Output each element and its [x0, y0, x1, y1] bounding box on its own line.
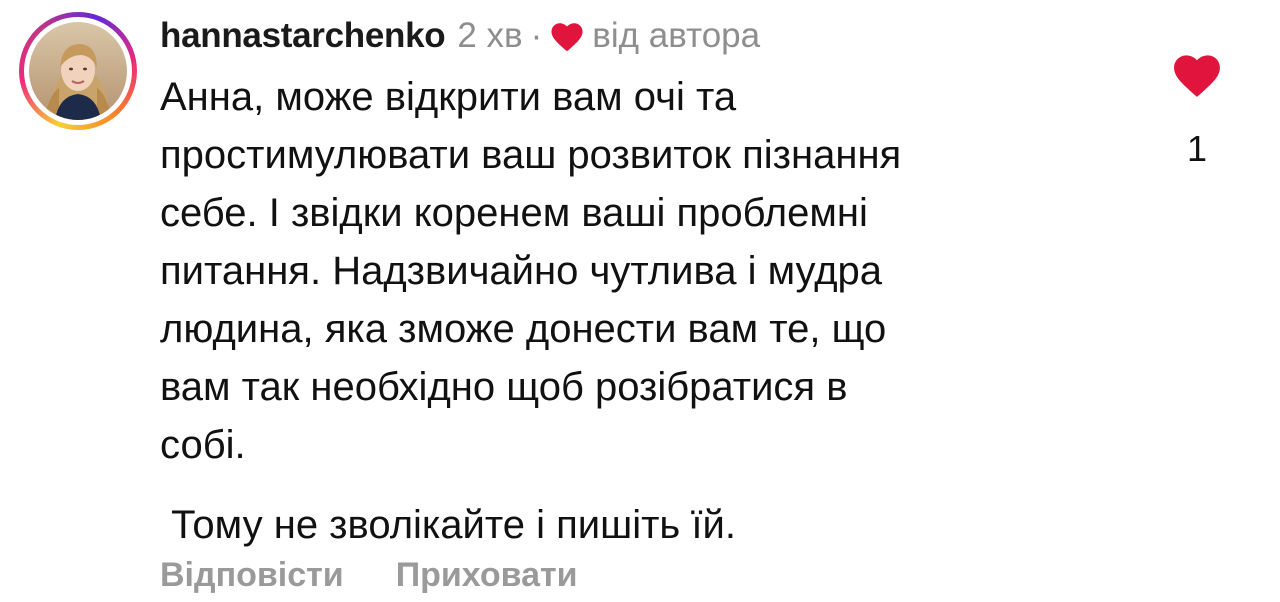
like-heart-icon[interactable]	[1172, 52, 1222, 98]
avatar-story-ring[interactable]	[19, 12, 137, 130]
separator-dot: ·	[530, 16, 543, 55]
reply-button[interactable]: Відповісти	[160, 556, 344, 595]
username[interactable]: hannastarchenko	[160, 16, 446, 56]
avatar[interactable]	[29, 22, 127, 120]
comment-header: hannastarchenko 2 хв · від автора	[160, 12, 760, 60]
like-count[interactable]: 1	[1176, 128, 1218, 170]
author-badge-label: від автора	[592, 16, 761, 55]
comment-text-paragraph-1: Анна, може відкрити вам очі та простимул…	[160, 75, 902, 467]
hide-button[interactable]: Приховати	[396, 556, 578, 595]
avatar-gap	[24, 17, 132, 125]
comment-text-paragraph-2: Тому не зволікайте і пишіть їй.	[160, 503, 736, 547]
comment-body: Анна, може відкрити вам очі та простимул…	[160, 68, 1120, 554]
heart-icon	[551, 22, 583, 51]
comment-actions: Відповісти Приховати	[160, 556, 578, 595]
comment-timestamp: 2 хв	[457, 16, 523, 55]
